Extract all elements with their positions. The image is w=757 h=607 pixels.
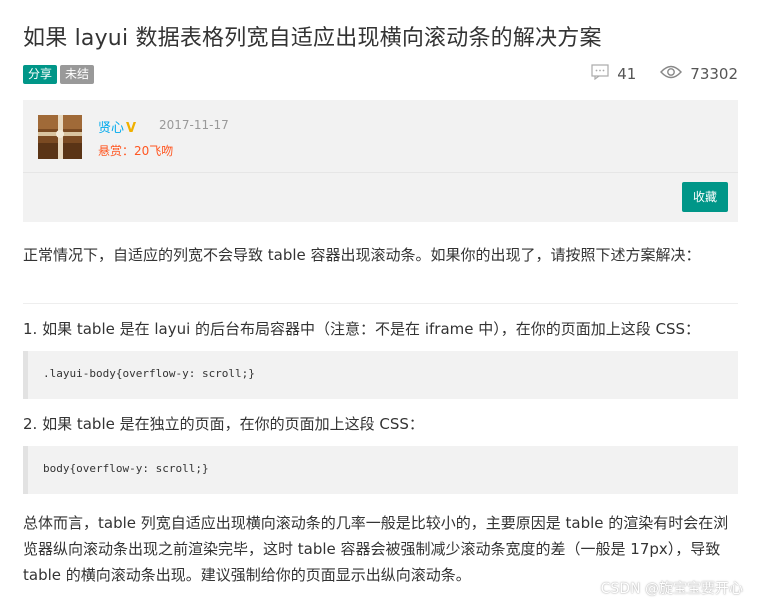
code-block-1: .layui-body{overflow-y: scroll;} <box>23 351 738 399</box>
step1-text: 1. 如果 table 是在 layui 的后台布局容器中（注意：不是在 ifr… <box>23 320 701 338</box>
avatar[interactable] <box>38 115 82 159</box>
comment-count: 41 <box>617 65 637 83</box>
tag-unresolved: 未结 <box>60 65 95 84</box>
vip-badge-icon: V <box>126 121 137 136</box>
author-name-label[interactable]: 贤心 <box>98 121 124 136</box>
post-date: 2017-11-17 <box>159 118 229 132</box>
code-block-2: body{overflow-y: scroll;} <box>23 446 738 494</box>
comment-icon <box>591 64 609 84</box>
code-text-1: .layui-body{overflow-y: scroll;} <box>43 367 255 380</box>
view-count: 73302 <box>690 65 738 83</box>
step2-text: 2. 如果 table 是在独立的页面，在你的页面加上这段 CSS： <box>23 415 424 433</box>
code-text-2: body{overflow-y: scroll;} <box>43 462 209 475</box>
tag-share[interactable]: 分享 <box>23 65 58 84</box>
card-divider <box>23 172 738 173</box>
intro-paragraph: 正常情况下，自适应的列宽不会导致 table 容器出现滚动条。如果你的出现了，请… <box>23 246 701 264</box>
watermark: CSDN @旋宝宝要开心 <box>600 581 743 597</box>
author-card: 贤心 V 2017-11-17 悬赏：20飞吻 收藏 <box>23 100 738 222</box>
reward-text: 悬赏：20飞吻 <box>98 144 174 158</box>
collect-button[interactable]: 收藏 <box>682 182 728 212</box>
post-stats: 41 73302 <box>591 64 738 84</box>
author-name[interactable]: 贤心 V <box>98 117 136 136</box>
tag-list: 分享 未结 <box>23 65 95 84</box>
summary-paragraph: 总体而言，table 列宽自适应出现横向滚动条的几率一般是比较小的，主要原因是 … <box>23 514 729 584</box>
page-title: 如果 layui 数据表格列宽自适应出现横向滚动条的解决方案 <box>23 26 602 51</box>
eye-icon <box>660 65 683 83</box>
content-divider <box>23 303 738 304</box>
